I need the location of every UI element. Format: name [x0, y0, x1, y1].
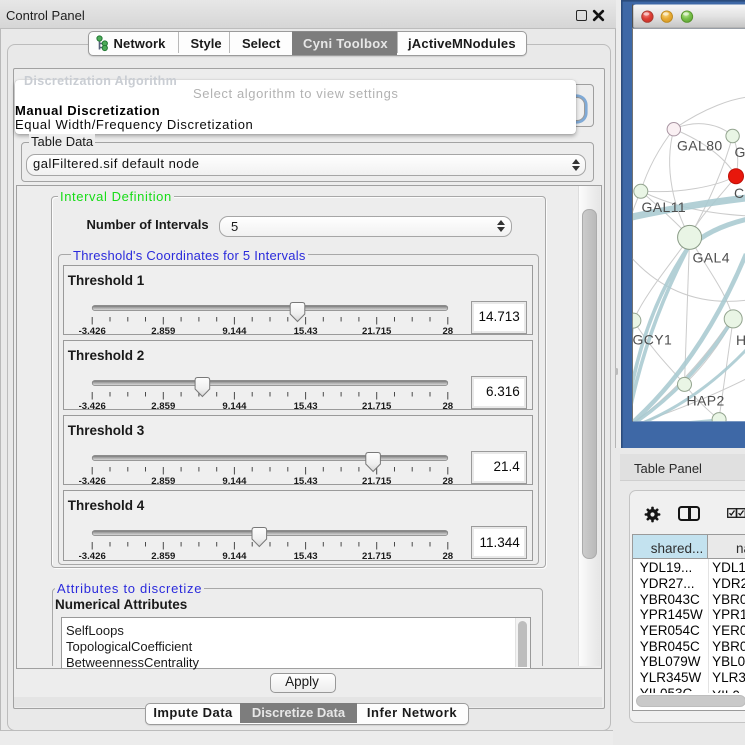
svg-text:H: H [736, 332, 745, 348]
svg-text:GAL80: GAL80 [677, 138, 723, 154]
svg-text:HAP2: HAP2 [687, 393, 725, 409]
svg-text:GCY1: GCY1 [633, 332, 673, 348]
svg-text:C: C [734, 185, 745, 201]
svg-text:GA: GA [735, 144, 745, 160]
svg-text:GAL11: GAL11 [642, 199, 687, 215]
svg-text:GAL4: GAL4 [693, 250, 730, 266]
